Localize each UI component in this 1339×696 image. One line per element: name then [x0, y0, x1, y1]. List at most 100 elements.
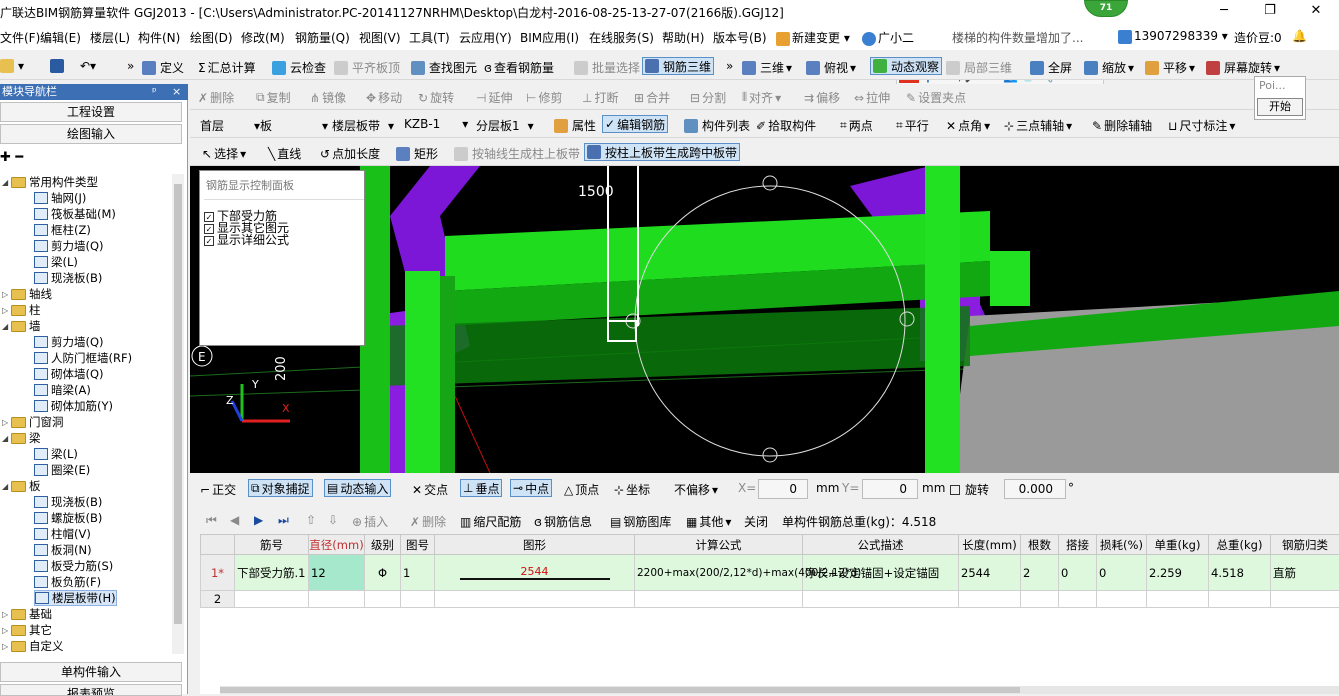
- zoom-button[interactable]: 缩放 ▾: [1084, 59, 1134, 76]
- nav-close-icon[interactable]: ×: [172, 84, 181, 100]
- tree-item[interactable]: 轴网(J): [34, 190, 86, 206]
- col-header-total[interactable]: 总重(kg): [1209, 535, 1271, 555]
- tree-item[interactable]: 梁(L): [34, 254, 78, 270]
- trim-button[interactable]: ⊢修剪: [526, 89, 562, 106]
- intersect-button[interactable]: ✕交点: [412, 481, 448, 498]
- list-button[interactable]: 构件列表: [684, 117, 750, 134]
- table-row[interactable]: 1* 下部受力筋.1 12 Φ 1 2544 2200+max(200/2,12…: [201, 555, 1339, 591]
- cell-dia[interactable]: 12: [309, 555, 365, 591]
- cell-grade[interactable]: Φ: [365, 555, 401, 591]
- mirror-button[interactable]: ⋔镜像: [310, 89, 346, 106]
- table-row[interactable]: 2: [201, 591, 1339, 608]
- expand-icon[interactable]: ▷: [2, 610, 11, 619]
- menu-bim[interactable]: BIM应用(I): [520, 29, 579, 46]
- other-button[interactable]: ▦其他 ▾: [686, 513, 731, 530]
- first-button[interactable]: ⏮: [206, 513, 217, 528]
- cell-loss[interactable]: 0: [1097, 555, 1147, 591]
- tree-item[interactable]: 梁(L): [34, 446, 78, 462]
- cell-unit[interactable]: 2.259: [1147, 555, 1209, 591]
- cell-count[interactable]: 2: [1021, 555, 1059, 591]
- tree-folder[interactable]: ▷轴线: [2, 286, 52, 302]
- col-header-length[interactable]: 长度(mm): [959, 535, 1021, 555]
- tree-item[interactable]: 楼层板带(H): [34, 590, 117, 606]
- down-button[interactable]: ⇩: [328, 513, 338, 527]
- menu-edit[interactable]: 编辑(E): [40, 29, 81, 46]
- col-gen-button[interactable]: 按柱上板带生成跨中板带: [584, 143, 740, 161]
- col-header-lap[interactable]: 搭接: [1059, 535, 1097, 555]
- category-select[interactable]: 楼层板带▾: [332, 117, 394, 134]
- collapse-icon[interactable]: ◢: [2, 434, 11, 443]
- pick-button[interactable]: ✐拾取构件: [756, 117, 816, 134]
- mid-button[interactable]: ⊸中点: [510, 479, 552, 497]
- offset-button[interactable]: ⇉偏移: [804, 89, 840, 106]
- checkbox-icon[interactable]: [950, 485, 960, 495]
- tree-item[interactable]: 剪力墙(Q): [34, 238, 104, 254]
- poi-start-button[interactable]: 开始: [1257, 98, 1303, 116]
- tree-folder[interactable]: ▷基础: [2, 606, 52, 622]
- tree-item[interactable]: 暗梁(A): [34, 382, 91, 398]
- point-length-button[interactable]: ↺点加长度: [320, 145, 380, 162]
- col-header-type[interactable]: 钢筋归类: [1271, 535, 1339, 555]
- menu-rebar-qty[interactable]: 钢筋量(Q): [295, 29, 350, 46]
- layer-select[interactable]: 分层板1▾: [476, 117, 534, 134]
- grid-close-button[interactable]: 关闭: [744, 513, 768, 530]
- edit-rebar-button[interactable]: ✓编辑钢筋: [602, 115, 668, 133]
- floor-select[interactable]: 首层▾: [200, 117, 260, 134]
- rect-button[interactable]: 矩形: [396, 145, 438, 162]
- sum-button[interactable]: Σ汇总计算: [198, 59, 256, 76]
- up-button[interactable]: ⇧: [306, 513, 316, 527]
- dyn-input-button[interactable]: ▤动态输入: [324, 479, 391, 497]
- prev-button[interactable]: ◀: [230, 513, 239, 527]
- expand-icon[interactable]: ▷: [2, 418, 11, 427]
- point-angle-button[interactable]: ✕点角▾: [946, 117, 990, 134]
- col-header-loss[interactable]: 损耗(%): [1097, 535, 1147, 555]
- expand-icon[interactable]: ▷: [2, 290, 11, 299]
- tree-folder[interactable]: ▷门窗洞: [2, 414, 64, 430]
- cell-total[interactable]: 4.518: [1209, 555, 1271, 591]
- close-button[interactable]: ✕: [1293, 0, 1339, 24]
- undo-icon[interactable]: ↶▾: [80, 59, 96, 73]
- tree-folder[interactable]: ▷柱: [2, 302, 41, 318]
- rebar-lib-button[interactable]: ▤钢筋图库: [610, 513, 671, 530]
- expand-collapse-icons[interactable]: ✚ ━: [0, 150, 23, 165]
- new-change-button[interactable]: 新建变更 ▾: [776, 29, 850, 46]
- type-select[interactable]: 板▾: [260, 117, 328, 134]
- coord-button[interactable]: ⊹坐标: [614, 481, 650, 498]
- parallel-button[interactable]: ⌗平行: [896, 117, 929, 134]
- drawing-input-button[interactable]: 绘图输入: [0, 124, 182, 144]
- cell-fig[interactable]: 1: [401, 555, 435, 591]
- tree-folder[interactable]: ▷其它: [2, 622, 52, 638]
- orbit-handle-bottom[interactable]: [763, 448, 777, 462]
- offset-select[interactable]: 不偏移 ▾: [674, 481, 718, 498]
- col-header-name[interactable]: 筋号: [235, 535, 309, 555]
- col-header-fig[interactable]: 图号: [401, 535, 435, 555]
- three-point-button[interactable]: ⊹三点辅轴▾: [1004, 117, 1072, 134]
- dimension-button[interactable]: ⊔尺寸标注▾: [1168, 117, 1235, 134]
- orbit-handle-top[interactable]: [763, 176, 777, 190]
- collapse-icon[interactable]: ◢: [2, 482, 11, 491]
- grid-hscroll-thumb[interactable]: [220, 687, 1020, 693]
- tree-folder[interactable]: ◢板: [2, 478, 41, 494]
- bell-icon[interactable]: 🔔: [1292, 29, 1307, 43]
- copy-button[interactable]: ⧉复制: [256, 89, 291, 106]
- fullscreen-button[interactable]: 全屏: [1030, 59, 1072, 76]
- open-icon[interactable]: ▾: [0, 59, 24, 73]
- row-index[interactable]: 2: [201, 591, 235, 608]
- col-header-unit[interactable]: 单重(kg): [1147, 535, 1209, 555]
- account-phone[interactable]: 13907298339 ▾: [1118, 29, 1228, 44]
- maximize-button[interactable]: ❐: [1247, 0, 1293, 24]
- tree-item[interactable]: 现浇板(B): [34, 494, 102, 510]
- tree-item[interactable]: 砌体墙(Q): [34, 366, 104, 382]
- scale-button[interactable]: ▥缩尺配筋: [460, 513, 521, 530]
- tree-folder[interactable]: ◢梁: [2, 430, 41, 446]
- option-detail-formula[interactable]: ✓显示详细公式: [204, 234, 364, 246]
- cell-length[interactable]: 2544: [959, 555, 1021, 591]
- stretch-button[interactable]: ⇔拉伸: [854, 89, 890, 106]
- notice-text[interactable]: 楼梯的构件数量增加了...: [952, 29, 1083, 46]
- menu-online[interactable]: 在线服务(S): [589, 29, 654, 46]
- tree-folder[interactable]: ◢墙: [2, 318, 41, 334]
- snap-button[interactable]: ⧉对象捕捉: [248, 479, 313, 497]
- next-button[interactable]: ▶: [254, 513, 263, 527]
- dynamic-view-button[interactable]: 动态观察: [870, 57, 942, 75]
- set-grip-button[interactable]: ✎设置夹点: [906, 89, 966, 106]
